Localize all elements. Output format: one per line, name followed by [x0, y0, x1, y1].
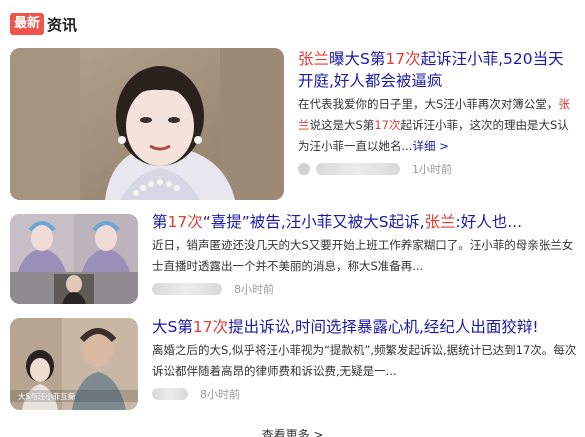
news-title[interactable]: 大S第17次提出诉讼,时间选择暴露心机,经纪人出面狡辩! [152, 316, 580, 338]
source-name-blurred [152, 388, 188, 400]
news-summary: 近日，销声匿迹还没几天的大S又要开始上班工作养家糊口了。汪小菲的母亲张兰女士直播… [152, 238, 574, 273]
news-item[interactable]: 第17次“喜提”被告,汪小菲又被大S起诉,张兰:好人也... 近日，销声匿迹还没… [10, 211, 580, 304]
source-avatar [298, 163, 310, 175]
news-meta: 8小时前 [152, 281, 580, 297]
news-summary: 离婚之后的大S,似乎将汪小菲视为“提款机”,频繁发起诉讼,据统计已达到17次。每… [152, 343, 577, 378]
news-thumbnail[interactable] [10, 48, 284, 200]
news-content: 第17次“喜提”被告,汪小菲又被大S起诉,张兰:好人也... 近日，销声匿迹还没… [152, 211, 580, 297]
news-title[interactable]: 张兰曝大S第17次起诉汪小菲,520当天开庭,好人都会被逼疯 [298, 48, 578, 92]
detail-link[interactable]: 详细 > [412, 139, 448, 153]
collage-image [10, 214, 138, 304]
news-content: 大S第17次提出诉讼,时间选择暴露心机,经纪人出面狡辩! 离婚之后的大S,似乎将… [152, 316, 580, 402]
news-item[interactable]: 张兰曝大S第17次起诉汪小菲,520当天开庭,好人都会被逼疯 在代表我爱你的日子… [10, 48, 580, 200]
news-meta: 8小时前 [152, 386, 580, 402]
section-label: 资讯 [47, 15, 78, 34]
news-thumbnail[interactable]: 大S与汪小菲互撕 [10, 318, 138, 410]
woman-portrait-image [10, 48, 284, 200]
thumb-caption: 大S与汪小菲互撕 [18, 391, 76, 401]
news-time: 1小时前 [412, 163, 452, 176]
news-meta: 1小时前 [298, 161, 578, 177]
load-more-button[interactable]: 查看更多 > [0, 426, 585, 437]
news-time: 8小时前 [234, 283, 274, 296]
news-content: 张兰曝大S第17次起诉汪小菲,520当天开庭,好人都会被逼疯 在代表我爱你的日子… [298, 48, 578, 177]
couple-photo-image: 大S与汪小菲互撕 [10, 318, 138, 410]
news-title[interactable]: 第17次“喜提”被告,汪小菲又被大S起诉,张兰:好人也... [152, 211, 580, 233]
news-thumbnail[interactable] [10, 214, 138, 304]
news-section-header: 最新 资讯 [10, 12, 77, 36]
news-item[interactable]: 大S与汪小菲互撕 大S第17次提出诉讼,时间选择暴露心机,经纪人出面狡辩! 离婚… [10, 318, 580, 410]
news-time: 8小时前 [200, 388, 240, 401]
news-summary: 在代表我爱你的日子里，大S汪小菲再次对簿公堂，张兰说这是大S第17次起诉汪小菲，… [298, 97, 570, 153]
latest-badge: 最新 [10, 13, 45, 35]
source-name-blurred [152, 283, 222, 295]
source-name-blurred [316, 163, 400, 175]
